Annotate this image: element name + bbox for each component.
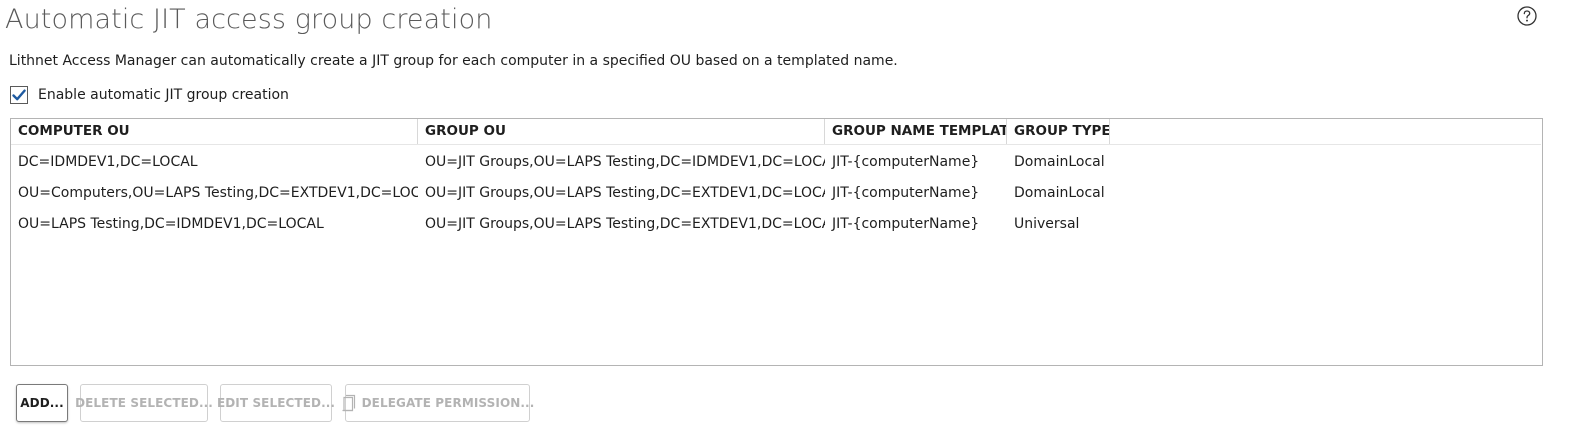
cell-group-name-template: JIT-{computerName} xyxy=(832,154,980,170)
table-header: COMPUTER OU GROUP OU GROUP NAME TEMPLATE… xyxy=(11,119,1541,145)
enable-jit-checkbox-row[interactable]: Enable automatic JIT group creation xyxy=(10,84,289,106)
add-button[interactable]: ADD... xyxy=(16,384,68,422)
cell-group-ou: OU=JIT Groups,OU=LAPS Testing,DC=IDMDEV1… xyxy=(425,154,825,170)
cell-group-name-template: JIT-{computerName} xyxy=(832,185,980,201)
enable-jit-checkbox[interactable] xyxy=(10,86,28,104)
document-permission-icon xyxy=(341,393,359,413)
column-header-group-ou[interactable]: GROUP OU xyxy=(418,119,825,144)
cell-group-name-template: JIT-{computerName} xyxy=(832,216,980,232)
column-header-group-name-template[interactable]: GROUP NAME TEMPLATE xyxy=(825,119,1007,144)
enable-jit-label: Enable automatic JIT group creation xyxy=(38,87,289,103)
help-icon[interactable] xyxy=(1517,6,1537,26)
jit-group-creation-page: Automatic JIT access group creation Lith… xyxy=(0,0,1578,435)
cell-group-ou: OU=JIT Groups,OU=LAPS Testing,DC=EXTDEV1… xyxy=(425,185,825,201)
page-title: Automatic JIT access group creation xyxy=(5,4,493,35)
cell-group-ou: OU=JIT Groups,OU=LAPS Testing,DC=EXTDEV1… xyxy=(425,216,825,232)
cell-computer-ou: DC=IDMDEV1,DC=LOCAL xyxy=(18,154,198,170)
column-header-group-type[interactable]: GROUP TYPE xyxy=(1007,119,1110,144)
table-row[interactable]: OU=Computers,OU=LAPS Testing,DC=EXTDEV1,… xyxy=(11,178,1541,209)
cell-group-type: DomainLocal xyxy=(1014,154,1105,170)
column-header-computer-ou[interactable]: COMPUTER OU xyxy=(11,119,418,144)
cell-group-type: DomainLocal xyxy=(1014,185,1105,201)
checkmark-icon xyxy=(12,89,26,101)
jit-mappings-table[interactable]: COMPUTER OU GROUP OU GROUP NAME TEMPLATE… xyxy=(10,118,1543,366)
page-description: Lithnet Access Manager can automatically… xyxy=(9,53,898,69)
delegate-permission-label: DELEGATE PERMISSION... xyxy=(361,396,535,410)
table-row[interactable]: DC=IDMDEV1,DC=LOCAL OU=JIT Groups,OU=LAP… xyxy=(11,147,1541,178)
delegate-permission-button[interactable]: DELEGATE PERMISSION... xyxy=(342,384,534,422)
cell-computer-ou: OU=LAPS Testing,DC=IDMDEV1,DC=LOCAL xyxy=(18,216,324,232)
table-row[interactable]: OU=LAPS Testing,DC=IDMDEV1,DC=LOCAL OU=J… xyxy=(11,209,1541,240)
cell-computer-ou: OU=Computers,OU=LAPS Testing,DC=EXTDEV1,… xyxy=(18,185,418,201)
delete-selected-button[interactable]: DELETE SELECTED... xyxy=(75,384,213,422)
edit-selected-button[interactable]: EDIT SELECTED... xyxy=(217,384,335,422)
cell-group-type: Universal xyxy=(1014,216,1080,232)
